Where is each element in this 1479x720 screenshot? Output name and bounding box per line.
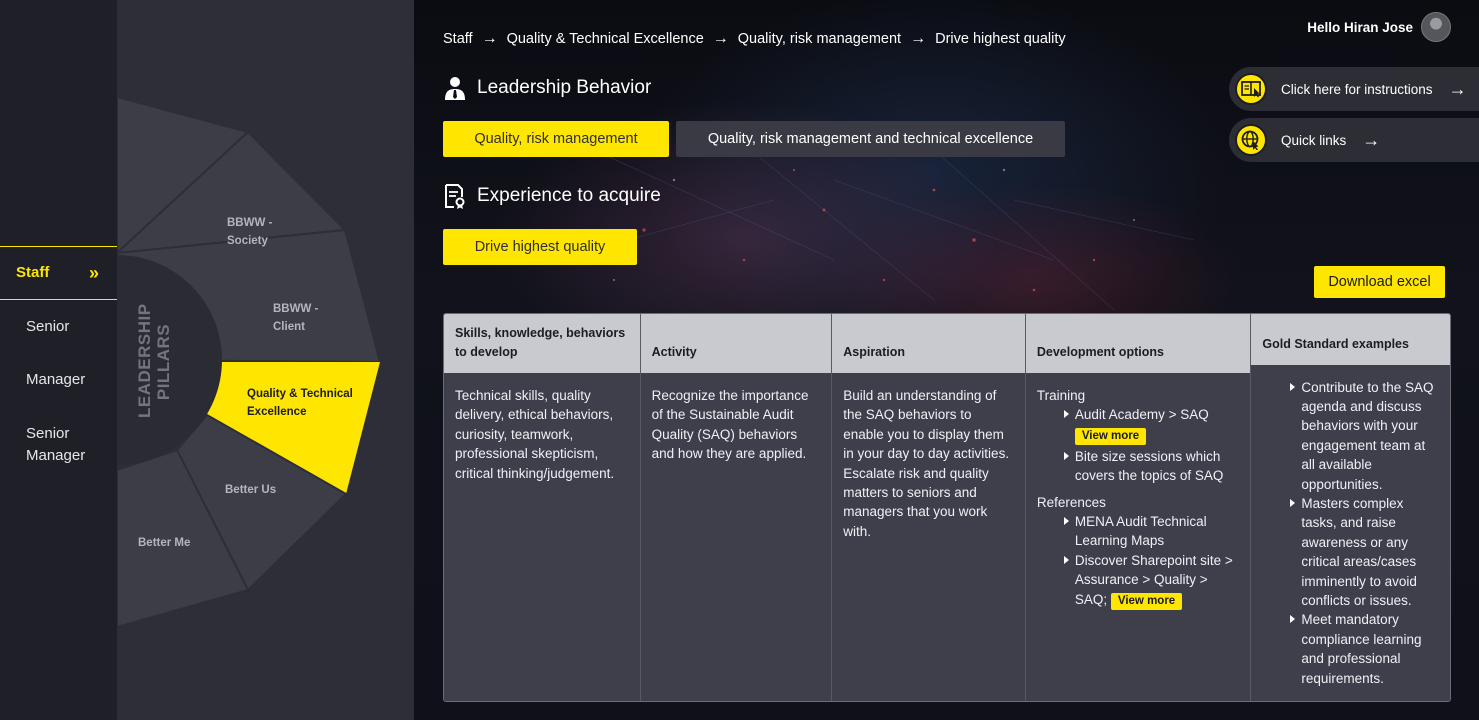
list-item: MENA Audit Technical Learning Maps [1037, 512, 1240, 551]
avatar[interactable] [1421, 12, 1451, 42]
section-title: Experience to acquire [477, 185, 661, 206]
training-item: Audit Academy > SAQ [1074, 407, 1209, 423]
segment-label-better-us: Better Us [225, 484, 277, 496]
list-item: Contribute to the SAQ agenda and discuss… [1262, 378, 1439, 494]
wheel-center-label: LEADERSHIP PILLARS [135, 303, 173, 418]
list-item: Discover Sharepoint site > Assurance > Q… [1037, 551, 1240, 612]
instructions-label: Click here for instructions [1281, 81, 1433, 97]
gold-list: Contribute to the SAQ agenda and discuss… [1262, 378, 1439, 689]
leadership-pillars-wheel: LEADERSHIP PILLARS BBWW - Society BBWW -… [117, 0, 414, 720]
list-item: Masters complex tasks, and raise awarene… [1262, 494, 1439, 610]
references-label: References [1036, 494, 1106, 510]
cell-gold-standard: Contribute to the SAQ agenda and discuss… [1251, 364, 1450, 701]
download-excel-button[interactable]: Download excel [1314, 266, 1445, 298]
arrow-right-icon: → [1448, 78, 1467, 99]
chip-quality-risk-technical-excellence[interactable]: Quality, risk management and technical e… [676, 121, 1065, 157]
segment-label-line: BBWW - [273, 303, 319, 315]
view-more-button[interactable]: View more [1074, 427, 1147, 445]
wheel-center-line2: PILLARS [154, 323, 173, 401]
column-header: Skills, knowledge, behaviors to develop [444, 314, 640, 373]
person-icon [445, 77, 465, 100]
segment-label-line: Client [273, 321, 305, 333]
user-menu[interactable]: Hello Hiran Jose [1307, 12, 1451, 42]
behavior-table: Skills, knowledge, behaviors to develop … [443, 313, 1451, 702]
segment-label-line: BBWW - [227, 217, 273, 229]
column-aspiration: Aspiration Build an understanding of the… [832, 314, 1026, 701]
segment-label-line: Excellence [247, 406, 307, 418]
level-item-staff[interactable]: Staff » [0, 246, 117, 300]
segment-label-better-me: Better Me [138, 537, 191, 549]
user-greeting: Hello Hiran Jose [1307, 19, 1413, 35]
column-header: Development options [1025, 314, 1251, 373]
segment-label-client: BBWW - Client [273, 300, 318, 336]
column-gold-standard: Gold Standard examples Contribute to the… [1251, 314, 1450, 701]
wheel-center-line1: LEADERSHIP [135, 303, 154, 418]
arrow-right-icon: → [712, 30, 729, 47]
arrow-right-icon: → [481, 30, 498, 47]
cell-development: Training Audit Academy > SAQ View more B… [1025, 373, 1251, 701]
level-item-senior[interactable]: Senior [0, 316, 117, 338]
arrow-right-icon: → [910, 30, 927, 47]
leadership-behavior-heading: Leadership Behavior [443, 75, 651, 101]
chip-drive-highest-quality[interactable]: Drive highest quality [443, 229, 637, 265]
section-title: Leadership Behavior [477, 77, 652, 98]
list-item: Meet mandatory compliance learning and p… [1262, 610, 1439, 688]
level-label: Staff [16, 264, 50, 281]
list-item: Audit Academy > SAQ View more [1037, 405, 1240, 446]
breadcrumb-item[interactable]: Staff [443, 31, 473, 47]
column-header: Activity [640, 314, 832, 373]
column-skills: Skills, knowledge, behaviors to develop … [444, 314, 641, 701]
breadcrumb-item[interactable]: Quality & Technical Excellence [507, 31, 704, 47]
list-item: Bite size sessions which covers the topi… [1037, 447, 1240, 486]
level-item-senior-manager[interactable]: Senior Manager [0, 423, 117, 467]
cell-skills: Technical skills, quality delivery, ethi… [444, 373, 640, 701]
column-header: Aspiration [832, 314, 1025, 373]
breadcrumb-item[interactable]: Quality, risk management [738, 31, 901, 47]
segment-label-quality: Quality & Technical Excellence [247, 385, 353, 421]
instructions-button[interactable]: Click here for instructions → [1229, 67, 1479, 111]
level-nav: Staff » Senior Manager Senior Manager [0, 0, 117, 720]
double-chevron-right-icon: » [88, 263, 99, 283]
training-item: Bite size sessions which covers the topi… [1074, 448, 1224, 484]
breadcrumb: Staff → Quality & Technical Excellence →… [443, 30, 1066, 48]
quick-links-label: Quick links [1281, 132, 1347, 148]
references-list: MENA Audit Technical Learning Maps Disco… [1037, 512, 1240, 612]
level-label: Senior [26, 318, 70, 335]
level-label: Senior Manager [26, 425, 86, 464]
experience-heading: Experience to acquire [443, 183, 661, 209]
level-label: Manager [26, 371, 86, 388]
cell-activity: Recognize the importance of the Sustaina… [640, 373, 832, 701]
globe-icon [1235, 124, 1267, 156]
segment-label-society: BBWW - Society [227, 214, 272, 250]
arrow-right-icon: → [1362, 129, 1381, 150]
training-list: Audit Academy > SAQ View more Bite size … [1037, 405, 1240, 485]
training-label: Training [1036, 388, 1086, 403]
level-item-manager[interactable]: Manager [0, 369, 117, 391]
cell-aspiration: Build an understanding of the SAQ behavi… [832, 373, 1025, 701]
chip-quality-risk-management[interactable]: Quality, risk management [443, 121, 669, 157]
view-more-button[interactable]: View more [1110, 592, 1183, 610]
column-development: Development options Training Audit Acade… [1025, 314, 1252, 701]
quick-links-button[interactable]: Quick links → [1229, 118, 1479, 162]
main-content: Staff → Quality & Technical Excellence →… [414, 0, 1479, 720]
column-header: Gold Standard examples [1251, 314, 1450, 365]
reference-item: MENA Audit Technical Learning Maps [1074, 514, 1207, 549]
document-icon [445, 184, 465, 209]
column-activity: Activity Recognize the importance of the… [640, 314, 833, 701]
breadcrumb-item[interactable]: Drive highest quality [935, 31, 1066, 47]
book-icon [1235, 73, 1267, 105]
segment-label-line: Quality & Technical [247, 388, 353, 400]
segment-label-line: Society [227, 235, 268, 247]
